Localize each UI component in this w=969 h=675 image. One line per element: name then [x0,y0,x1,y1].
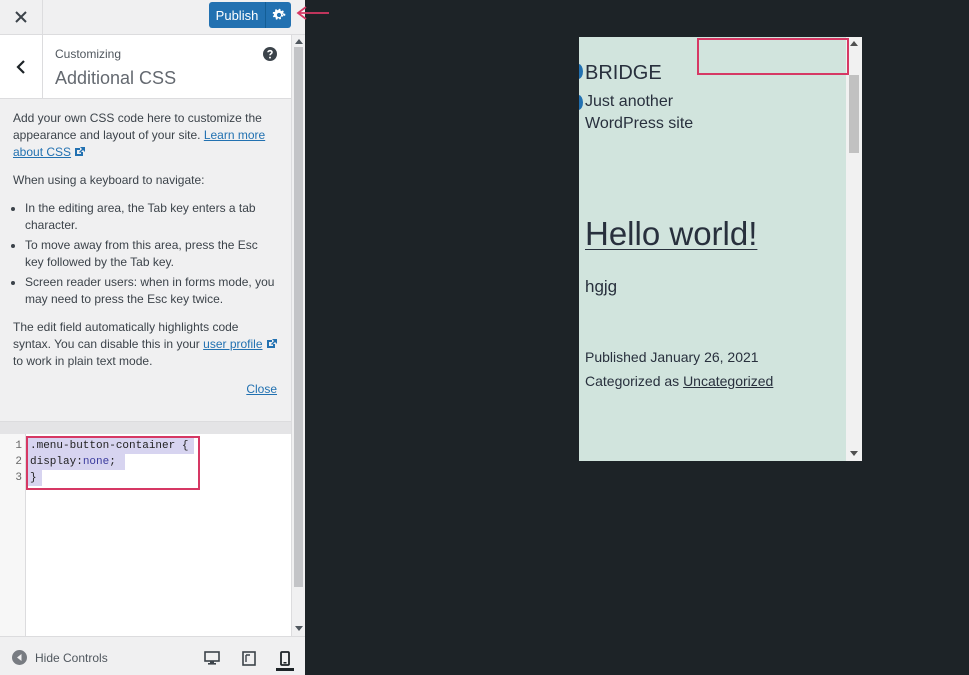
keyboard-tips-list: In the editing area, the Tab key enters … [13,200,277,308]
hide-controls-button[interactable]: Hide Controls [12,650,108,665]
line-number: 1 [15,440,22,452]
collapse-icon [12,650,27,665]
line-number-gutter: 1 2 3 [0,434,26,636]
tablet-preview-button[interactable] [240,649,258,667]
customizer-panel: Publish Customizing Additional CSS Add y… [0,0,305,675]
syntax-text-end: to work in plain text mode. [13,354,153,368]
publish-settings-button[interactable] [265,2,291,28]
preview-scrollbar[interactable] [846,37,862,461]
close-customizer-button[interactable] [0,0,43,34]
tablet-icon [242,650,256,666]
scroll-down-arrow[interactable] [295,626,303,631]
line-number: 2 [15,456,22,468]
scroll-up-arrow[interactable] [850,41,858,46]
scrollbar-thumb[interactable] [294,47,303,587]
user-profile-link[interactable]: user profile [203,337,262,351]
scrollbar-thumb[interactable] [849,75,859,153]
scroll-down-arrow[interactable] [850,451,858,456]
gear-icon [272,8,285,20]
list-item: Screen reader users: when in forms mode,… [25,274,277,308]
css-code-editor[interactable]: 1 2 3 .menu-button-container { display:n… [0,434,291,636]
list-item: To move away from this area, press the E… [25,237,277,271]
menu-dot-icon [579,95,583,110]
categorized-label: Categorized as [585,373,680,389]
close-link-row: Close [13,381,277,398]
mobile-icon [280,651,290,666]
customizer-header: Publish [0,0,305,35]
chevron-left-icon [16,59,25,74]
menu-annotation-box [697,38,849,75]
external-link-icon [266,339,277,348]
post-category: Categorized as Uncategorized [585,373,773,389]
close-description-link[interactable]: Close [246,382,277,396]
back-button[interactable] [0,35,43,98]
intro-paragraph: Add your own CSS code here to customize … [13,110,277,161]
section-title: Additional CSS [55,68,177,88]
desktop-icon [204,651,220,665]
post-title-link[interactable]: Hello world! [585,215,757,253]
publish-button[interactable]: Publish [209,2,265,28]
menu-dot-icon [579,64,583,79]
breadcrumb: Customizing [55,47,122,61]
site-description: Just another WordPress site [585,93,694,132]
help-icon[interactable] [263,47,277,61]
close-icon [15,11,27,23]
syntax-paragraph: The edit field automatically highlights … [13,319,277,370]
css-description: Add your own CSS code here to customize … [13,110,277,398]
section-header: Customizing Additional CSS [0,35,291,99]
customizer-footer: Hide Controls [0,636,305,675]
mobile-preview-button[interactable] [276,649,294,671]
post-content: hgjg [585,277,618,296]
category-link[interactable]: Uncategorized [683,373,773,389]
line-number: 3 [15,472,22,484]
external-link-icon [75,147,86,156]
panel-scrollbar[interactable] [291,35,305,636]
code-annotation-box [26,436,200,490]
post-published-date: Published January 26, 2021 [585,349,759,365]
editor-divider [0,421,291,434]
arrow-annotation [296,6,329,20]
site-title[interactable]: BRIDGE [585,62,662,85]
desktop-preview-button[interactable] [203,649,221,667]
site-preview: BRIDGE Just another WordPress site Hello… [579,37,862,461]
keyboard-heading: When using a keyboard to navigate: [13,173,205,187]
scroll-up-arrow[interactable] [295,39,303,44]
hide-controls-label: Hide Controls [35,650,108,665]
list-item: In the editing area, the Tab key enters … [25,200,277,234]
